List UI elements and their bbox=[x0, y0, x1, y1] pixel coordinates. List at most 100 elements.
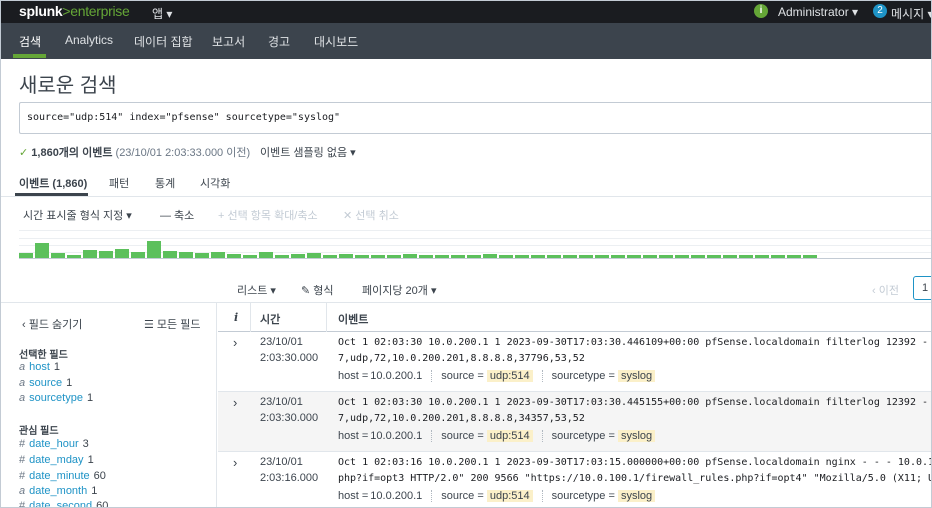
histogram-bar[interactable] bbox=[163, 251, 177, 258]
field-date-month[interactable]: a date_month 1 bbox=[19, 485, 97, 497]
event-raw-text[interactable]: Oct 1 02:03:16 10.0.200.1 1 2023-09-30T1… bbox=[338, 455, 931, 487]
nav-alerts[interactable]: 경고 bbox=[268, 33, 290, 50]
expand-chevron-icon[interactable]: › bbox=[233, 455, 237, 470]
sampling-dropdown[interactable]: 이벤트 샘플링 없음 ▾ bbox=[260, 144, 356, 160]
event-raw-text[interactable]: Oct 1 02:03:30 10.0.200.1 1 2023-09-30T1… bbox=[338, 395, 931, 427]
histogram-bar[interactable] bbox=[755, 255, 769, 258]
histogram-bar[interactable] bbox=[179, 252, 193, 258]
event-time[interactable]: 2:03:30.000 bbox=[260, 352, 318, 364]
histogram-bar[interactable] bbox=[115, 249, 129, 258]
histogram-bar[interactable] bbox=[275, 255, 289, 258]
histogram-bar[interactable] bbox=[787, 255, 801, 258]
histogram-bar[interactable] bbox=[739, 255, 753, 258]
histogram-bar[interactable] bbox=[307, 253, 321, 258]
histogram-bar[interactable] bbox=[291, 254, 305, 258]
histogram-bar[interactable] bbox=[19, 253, 33, 258]
search-query-text[interactable]: source="udp:514" index="pfsense" sourcet… bbox=[27, 112, 340, 123]
event-time[interactable]: 2:03:16.000 bbox=[260, 472, 318, 484]
nav-analytics[interactable]: Analytics bbox=[65, 33, 113, 47]
histogram-bar[interactable] bbox=[707, 255, 721, 258]
histogram-bar[interactable] bbox=[531, 255, 545, 258]
histogram-bar[interactable] bbox=[611, 255, 625, 258]
hide-fields-button[interactable]: ‹ 필드 숨기기 bbox=[22, 316, 82, 332]
histogram-bar[interactable] bbox=[243, 255, 257, 258]
message-count-badge[interactable]: 2 bbox=[873, 4, 887, 18]
histogram-bar[interactable] bbox=[355, 255, 369, 258]
prev-page-button[interactable]: ‹ 이전 bbox=[872, 282, 899, 298]
format-button[interactable]: ✎ 형식 bbox=[301, 282, 334, 298]
splunk-logo[interactable]: splunk>enterprise bbox=[19, 3, 130, 19]
histogram-bar[interactable] bbox=[627, 255, 641, 258]
histogram-bar[interactable] bbox=[419, 255, 433, 258]
histogram-bar[interactable] bbox=[35, 243, 49, 258]
event-timeline-histogram[interactable] bbox=[19, 230, 931, 259]
histogram-bar[interactable] bbox=[435, 255, 449, 258]
host-value[interactable]: 10.0.200.1 bbox=[370, 430, 422, 442]
histogram-bar[interactable] bbox=[643, 255, 657, 258]
histogram-bar[interactable] bbox=[579, 255, 593, 258]
histogram-bar[interactable] bbox=[771, 255, 785, 258]
nav-search[interactable]: 검색 bbox=[19, 33, 41, 50]
histogram-bar[interactable] bbox=[211, 252, 225, 258]
histogram-bar[interactable] bbox=[371, 255, 385, 258]
histogram-bar[interactable] bbox=[131, 252, 145, 258]
histogram-bar[interactable] bbox=[483, 254, 497, 258]
histogram-bar[interactable] bbox=[691, 255, 705, 258]
zoom-out-button[interactable]: — 축소 bbox=[160, 207, 194, 223]
source-value[interactable]: udp:514 bbox=[486, 490, 533, 502]
histogram-bar[interactable] bbox=[227, 254, 241, 258]
histogram-bar[interactable] bbox=[803, 255, 817, 258]
histogram-bar[interactable] bbox=[67, 255, 81, 258]
field-date-mday[interactable]: # date_mday 1 bbox=[19, 454, 94, 466]
field-sourcetype[interactable]: a sourcetype 1 bbox=[19, 392, 93, 404]
info-icon[interactable]: i bbox=[754, 4, 768, 18]
zoom-selection-button[interactable]: + 선택 항목 확대/축소 bbox=[218, 207, 318, 223]
sourcetype-value[interactable]: syslog bbox=[617, 370, 656, 382]
histogram-bar[interactable] bbox=[515, 255, 529, 258]
expand-chevron-icon[interactable]: › bbox=[233, 395, 237, 410]
field-date-hour[interactable]: # date_hour 3 bbox=[19, 438, 89, 450]
search-input[interactable]: source="udp:514" index="pfsense" sourcet… bbox=[19, 102, 931, 134]
histogram-bar[interactable] bbox=[323, 255, 337, 258]
histogram-bar[interactable] bbox=[659, 255, 673, 258]
field-date-second[interactable]: # date_second 60 bbox=[19, 500, 108, 507]
histogram-bar[interactable] bbox=[99, 251, 113, 258]
histogram-bar[interactable] bbox=[451, 255, 465, 258]
timeline-format-dropdown[interactable]: 시간 표시줄 형식 지정 ▾ bbox=[23, 207, 132, 223]
field-host[interactable]: a host 1 bbox=[19, 361, 60, 373]
tab-patterns[interactable]: 패턴 bbox=[109, 175, 129, 191]
histogram-bar[interactable] bbox=[563, 255, 577, 258]
messages-menu[interactable]: 메시지 ▾ bbox=[891, 5, 931, 22]
user-menu[interactable]: Administrator ▾ bbox=[778, 5, 858, 19]
sourcetype-value[interactable]: syslog bbox=[617, 490, 656, 502]
per-page-dropdown[interactable]: 페이지당 20개 ▾ bbox=[362, 282, 436, 298]
list-view-dropdown[interactable]: 리스트 ▾ bbox=[237, 282, 276, 298]
tab-statistics[interactable]: 통계 bbox=[155, 175, 175, 191]
deselect-button[interactable]: ✕ 선택 취소 bbox=[343, 207, 399, 223]
expand-chevron-icon[interactable]: › bbox=[233, 335, 237, 350]
histogram-bar[interactable] bbox=[547, 255, 561, 258]
nav-datasets[interactable]: 데이터 집합 bbox=[134, 33, 193, 50]
sourcetype-value[interactable]: syslog bbox=[617, 430, 656, 442]
histogram-bar[interactable] bbox=[339, 254, 353, 258]
nav-reports[interactable]: 보고서 bbox=[212, 33, 245, 50]
histogram-bar[interactable] bbox=[675, 255, 689, 258]
histogram-bar[interactable] bbox=[147, 241, 161, 258]
host-value[interactable]: 10.0.200.1 bbox=[370, 370, 422, 382]
tab-events[interactable]: 이벤트 (1,860) bbox=[19, 175, 87, 191]
event-raw-text[interactable]: Oct 1 02:03:30 10.0.200.1 1 2023-09-30T1… bbox=[338, 335, 931, 367]
event-time[interactable]: 2:03:30.000 bbox=[260, 412, 318, 424]
field-date-minute[interactable]: # date_minute 60 bbox=[19, 470, 106, 482]
histogram-bar[interactable] bbox=[723, 255, 737, 258]
tab-visualization[interactable]: 시각화 bbox=[200, 175, 230, 191]
histogram-bar[interactable] bbox=[259, 252, 273, 258]
app-menu[interactable]: 앱 ▾ bbox=[152, 5, 172, 22]
histogram-bar[interactable] bbox=[467, 255, 481, 258]
all-fields-button[interactable]: ☰ 모든 필드 bbox=[144, 316, 200, 332]
histogram-bar[interactable] bbox=[83, 250, 97, 258]
histogram-bar[interactable] bbox=[499, 255, 513, 258]
field-source[interactable]: a source 1 bbox=[19, 377, 72, 389]
host-value[interactable]: 10.0.200.1 bbox=[370, 490, 422, 502]
source-value[interactable]: udp:514 bbox=[486, 370, 533, 382]
time-column-header[interactable]: 시간 bbox=[260, 311, 280, 327]
